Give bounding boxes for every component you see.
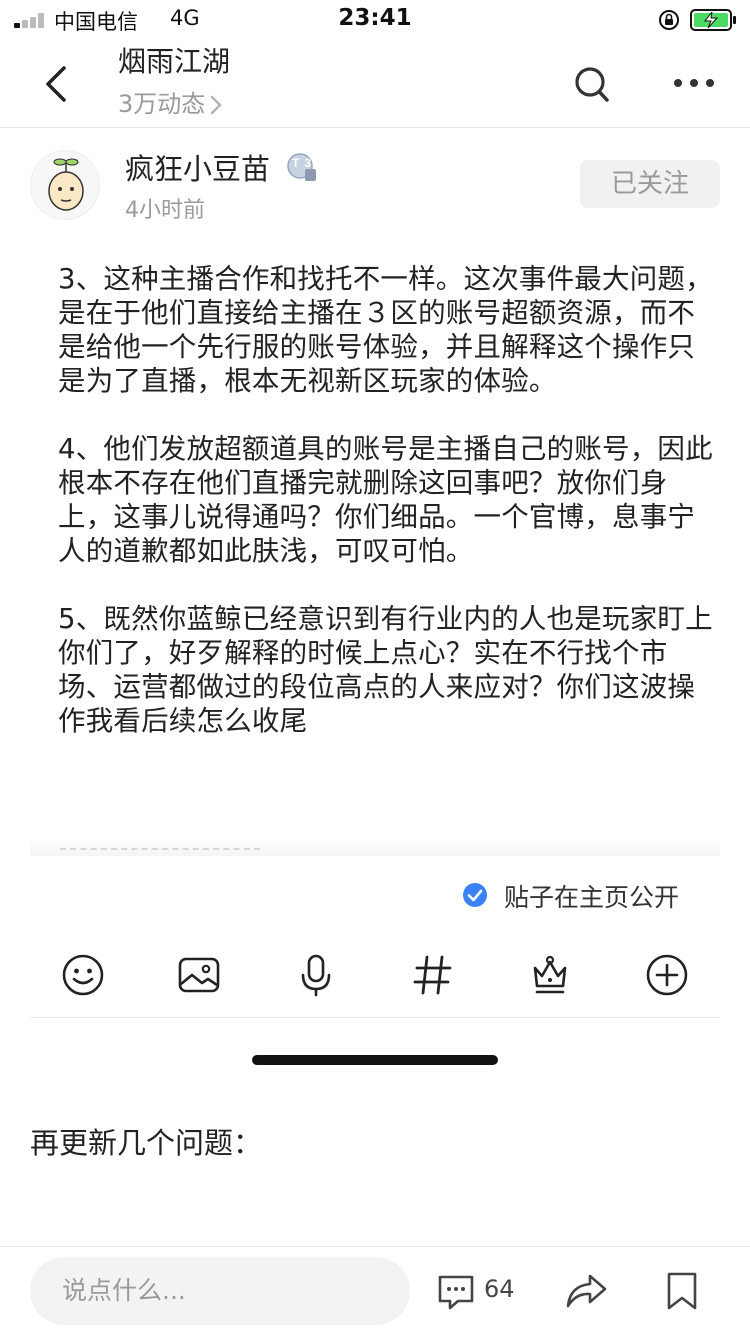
plus-circle-icon[interactable] xyxy=(644,952,690,998)
compose-toolbar xyxy=(30,942,720,1018)
avatar-image xyxy=(31,151,99,219)
check-circle-icon[interactable] xyxy=(462,882,488,908)
status-bar: 中国电信 4G 23:41 xyxy=(0,0,750,40)
image-icon[interactable] xyxy=(176,952,222,998)
forum-header: 烟雨江湖 3万动态 xyxy=(0,40,750,128)
comment-input[interactable]: 说点什么... xyxy=(30,1257,410,1325)
share-icon[interactable] xyxy=(564,1271,608,1311)
level-badge: T3 xyxy=(286,152,318,182)
back-arrow-icon[interactable] xyxy=(36,62,76,106)
forum-name[interactable]: 烟雨江湖 xyxy=(118,40,230,80)
hashtag-icon[interactable] xyxy=(410,952,456,998)
crown-icon[interactable] xyxy=(527,952,573,998)
bottom-action-bar: 说点什么... 64 xyxy=(0,1246,750,1334)
compose-sheet-edge xyxy=(30,838,720,856)
follow-button[interactable]: 已关注 xyxy=(580,160,720,208)
level-badge-text: T3 xyxy=(292,156,317,170)
battery-icon xyxy=(690,9,736,31)
author-name[interactable]: 疯狂小豆苗 xyxy=(125,146,270,188)
rotation-lock-icon xyxy=(659,10,679,30)
post-paragraph: 5、既然你蓝鲸已经意识到有行业内的人也是玩家盯上你们了，好歹解释的时候上点心？实… xyxy=(58,603,713,737)
status-time: 23:41 xyxy=(338,5,412,31)
author-avatar[interactable] xyxy=(30,150,100,220)
home-indicator[interactable] xyxy=(252,1055,498,1065)
chevron-right-icon xyxy=(211,95,223,115)
more-options-icon[interactable] xyxy=(670,68,718,98)
comment-icon[interactable] xyxy=(436,1271,476,1311)
post-body: 3、这种主播合作和找托不一样。这次事件最大问题，是在于他们直接给主播在３区的账号… xyxy=(58,262,718,772)
post-paragraph: 3、这种主播合作和找托不一样。这次事件最大问题，是在于他们直接给主播在３区的账号… xyxy=(58,263,713,397)
microphone-icon[interactable] xyxy=(293,952,339,998)
comment-count[interactable]: 64 xyxy=(484,1275,515,1303)
post-time: 4小时前 xyxy=(125,198,205,223)
dashed-divider xyxy=(60,848,260,850)
emoji-icon[interactable] xyxy=(60,952,106,998)
bookmark-icon[interactable] xyxy=(664,1271,700,1311)
post-paragraph: 4、他们发放超额道具的账号是主播自己的账号，因此根本不存在他们直播完就删除这回事… xyxy=(58,433,713,567)
forum-post-count[interactable]: 3万动态 xyxy=(118,84,223,119)
publish-public-label: 贴子在主页公开 xyxy=(504,883,680,912)
post-count-label: 3万动态 xyxy=(118,90,206,118)
draft-text: 再更新几个问题： xyxy=(30,1126,263,1160)
search-icon[interactable] xyxy=(572,62,612,106)
